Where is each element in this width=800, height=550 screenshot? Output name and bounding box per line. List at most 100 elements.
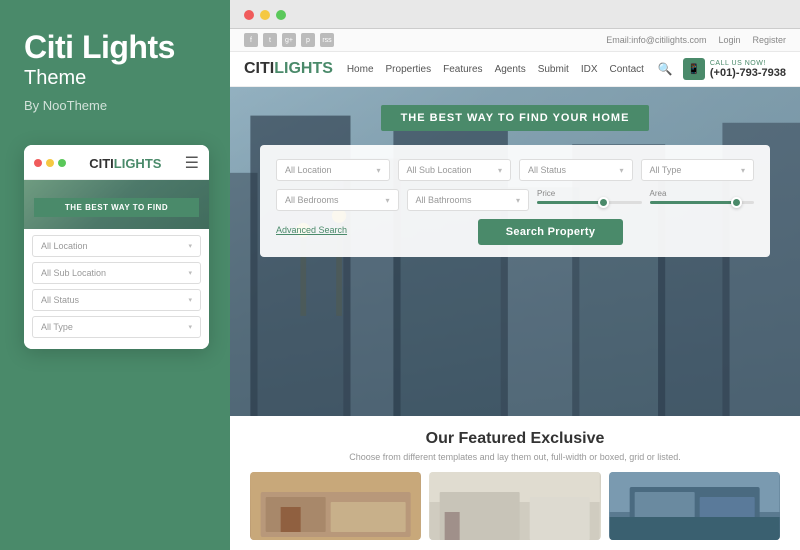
pinterest-icon[interactable]: p: [301, 33, 315, 47]
location-arrow: ▾: [376, 166, 380, 175]
mobile-logo: CITILIGHTS: [89, 156, 161, 171]
nav-properties[interactable]: Properties: [386, 64, 432, 75]
top-bar: f t g+ p rss Email:info@citilights.com L…: [230, 29, 800, 52]
sublocation-arrow: ▾: [498, 166, 502, 175]
type-arrow: ▾: [741, 166, 745, 175]
browser-dot-red: [244, 10, 254, 20]
bedrooms-arrow: ▾: [385, 196, 389, 205]
brand-theme: Theme: [24, 67, 206, 90]
browser-dot-green: [276, 10, 286, 20]
mobile-hero: THE BEST WAY TO FIND: [24, 180, 209, 229]
mobile-hamburger-icon[interactable]: ☰: [185, 153, 199, 173]
mobile-preview: CITILIGHTS ☰ THE BEST WAY TO FIND All Lo…: [24, 145, 209, 349]
sublocation-select[interactable]: All Sub Location ▾: [398, 159, 512, 181]
area-slider-container: Area: [650, 189, 755, 211]
hero-banner: THE BEST WAY TO FIND YOUR HOME: [381, 105, 650, 131]
rss-icon[interactable]: rss: [320, 33, 334, 47]
mobile-field-sublocation[interactable]: All Sub Location ▾: [32, 262, 201, 284]
nav-phone: 📱 CALL US NOW! (+01)-793-7938: [683, 58, 786, 80]
brand-author: By NooTheme: [24, 98, 206, 113]
featured-item-2[interactable]: [429, 472, 600, 540]
search-box: All Location ▾ All Sub Location ▾ All St…: [260, 145, 770, 257]
featured-item-1[interactable]: [250, 472, 421, 540]
social-links: f t g+ p rss: [244, 33, 334, 47]
browser-dot-yellow: [260, 10, 270, 20]
search-bottom: Advanced Search Search Property: [276, 219, 754, 245]
area-slider-fill: [650, 201, 734, 204]
mobile-logo-lights: LIGHTS: [114, 156, 162, 171]
email-link[interactable]: Email:info@citilights.com: [606, 35, 706, 45]
nav-logo: CITILIGHTS: [244, 60, 333, 78]
mobile-fields: All Location ▾ All Sub Location ▾ All St…: [24, 229, 209, 349]
price-slider-container: Price: [537, 189, 642, 211]
mobile-field-status[interactable]: All Status ▾: [32, 289, 201, 311]
top-bar-right: Email:info@citilights.com Login Register: [606, 35, 786, 45]
phone-label: CALL US NOW!: [710, 60, 786, 67]
price-slider[interactable]: [537, 201, 642, 204]
right-panel: f t g+ p rss Email:info@citilights.com L…: [230, 0, 800, 550]
hero-content: THE BEST WAY TO FIND YOUR HOME All Locat…: [230, 87, 800, 271]
nav-agents[interactable]: Agents: [495, 64, 526, 75]
status-select[interactable]: All Status ▾: [519, 159, 633, 181]
featured-grid: [250, 472, 780, 540]
nav-logo-lights: LIGHTS: [274, 60, 333, 77]
nav-search-icon[interactable]: 🔍: [658, 62, 673, 76]
hero-section: THE BEST WAY TO FIND YOUR HOME All Locat…: [230, 87, 800, 416]
featured-image-1: [250, 472, 421, 540]
featured-section: Our Featured Exclusive Choose from diffe…: [230, 416, 800, 550]
featured-image-3: [609, 472, 780, 540]
featured-image-2: [429, 472, 600, 540]
brand-name: Citi Lights: [24, 30, 206, 65]
register-link[interactable]: Register: [752, 35, 786, 45]
mobile-field-arrow-3: ▾: [188, 296, 192, 304]
mobile-field-type[interactable]: All Type ▾: [32, 316, 201, 338]
brand-title: Citi Lights Theme By NooTheme: [24, 30, 206, 113]
bathrooms-select[interactable]: All Bathrooms ▾: [407, 189, 530, 211]
login-link[interactable]: Login: [718, 35, 740, 45]
type-select[interactable]: All Type ▾: [641, 159, 755, 181]
mobile-dot-yellow: [46, 159, 54, 167]
advanced-search-link[interactable]: Advanced Search: [276, 225, 347, 235]
mobile-dots: [34, 159, 66, 167]
featured-item-3[interactable]: [609, 472, 780, 540]
facebook-icon[interactable]: f: [244, 33, 258, 47]
mobile-field-location[interactable]: All Location ▾: [32, 235, 201, 257]
area-slider[interactable]: [650, 201, 755, 204]
twitter-icon[interactable]: t: [263, 33, 277, 47]
featured-title: Our Featured Exclusive: [250, 430, 780, 448]
search-row-1: All Location ▾ All Sub Location ▾ All St…: [276, 159, 754, 181]
price-thumb[interactable]: [598, 197, 609, 208]
browser-chrome: [230, 0, 800, 29]
price-label: Price: [537, 189, 642, 198]
nav-right: 🔍 📱 CALL US NOW! (+01)-793-7938: [658, 58, 786, 80]
mobile-dot-green: [58, 159, 66, 167]
bedrooms-select[interactable]: All Bedrooms ▾: [276, 189, 399, 211]
nav-submit[interactable]: Submit: [538, 64, 569, 75]
nav-logo-citi: CITI: [244, 60, 274, 77]
left-panel: Citi Lights Theme By NooTheme CITILIGHTS…: [0, 0, 230, 550]
mobile-field-arrow: ▾: [188, 242, 192, 250]
featured-subtitle: Choose from different templates and lay …: [250, 452, 780, 462]
location-select[interactable]: All Location ▾: [276, 159, 390, 181]
search-property-button[interactable]: Search Property: [478, 219, 623, 245]
area-thumb[interactable]: [731, 197, 742, 208]
status-arrow: ▾: [619, 166, 623, 175]
phone-number: (+01)-793-7938: [710, 67, 786, 79]
nav-contact[interactable]: Contact: [610, 64, 644, 75]
phone-icon: 📱: [683, 58, 705, 80]
mobile-field-arrow-2: ▾: [188, 269, 192, 277]
mobile-title-bar: CITILIGHTS ☰: [24, 145, 209, 180]
website-preview: f t g+ p rss Email:info@citilights.com L…: [230, 29, 800, 550]
nav-idx[interactable]: IDX: [581, 64, 598, 75]
mobile-field-arrow-4: ▾: [188, 323, 192, 331]
phone-info: CALL US NOW! (+01)-793-7938: [710, 60, 786, 79]
nav-home[interactable]: Home: [347, 64, 374, 75]
nav-features[interactable]: Features: [443, 64, 482, 75]
mobile-hero-banner: THE BEST WAY TO FIND: [34, 198, 199, 217]
price-slider-fill: [537, 201, 600, 204]
bathrooms-arrow: ▾: [516, 196, 520, 205]
nav-bar: CITILIGHTS Home Properties Features Agen…: [230, 52, 800, 87]
mobile-dot-red: [34, 159, 42, 167]
googleplus-icon[interactable]: g+: [282, 33, 296, 47]
mobile-logo-citi: CITI: [89, 156, 114, 171]
